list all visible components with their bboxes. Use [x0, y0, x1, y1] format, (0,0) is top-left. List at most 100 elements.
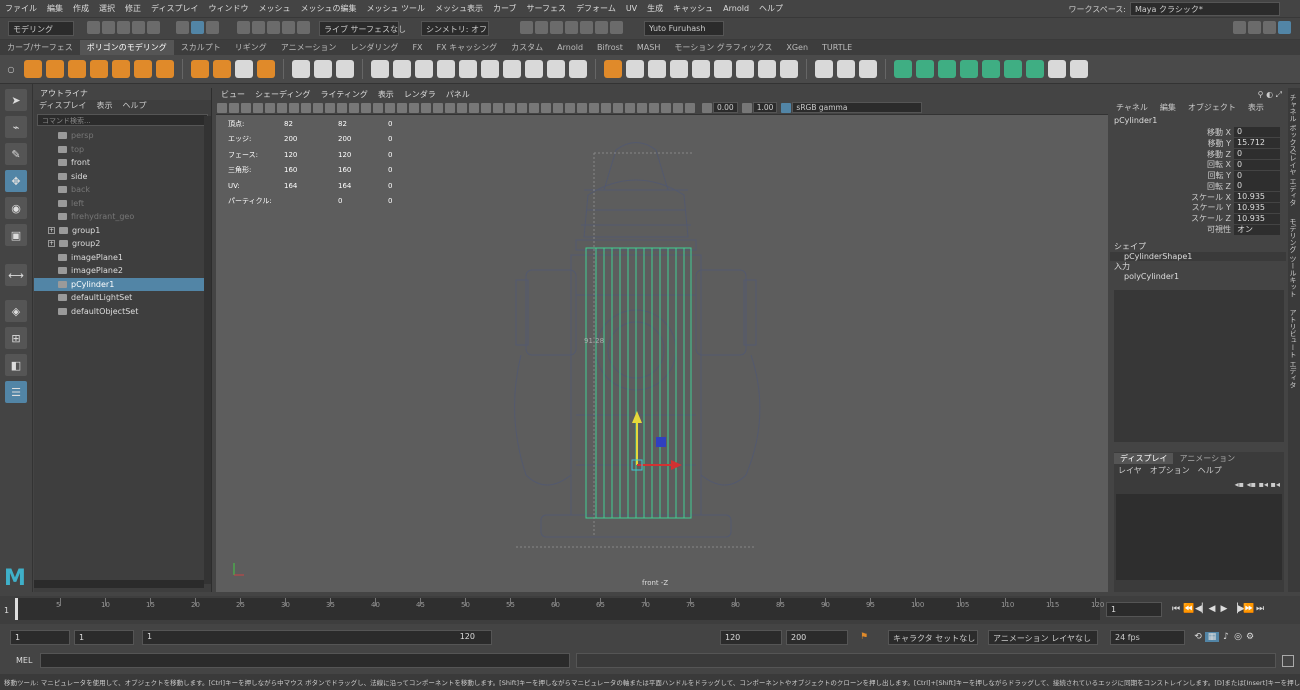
shelf-tool-icon[interactable] [648, 60, 666, 78]
viewport-tool-icon[interactable] [265, 102, 275, 113]
attr-value[interactable]: 10.935 [1234, 213, 1280, 224]
shelf-tool-icon[interactable] [815, 60, 833, 78]
layout-single-icon[interactable]: ◈ [5, 300, 27, 322]
shelf-tool-icon[interactable] [859, 60, 877, 78]
viewport-tool-icon[interactable] [625, 102, 635, 113]
expand-icon[interactable]: + [48, 240, 55, 248]
attr-value[interactable]: 10.935 [1234, 192, 1280, 203]
outliner-item-left[interactable]: left [34, 197, 211, 211]
shelf-tool-icon[interactable] [569, 60, 587, 78]
mode-dropdown[interactable]: モデリング [8, 21, 74, 36]
lights-icon[interactable] [595, 21, 608, 34]
viewport-tool-icon[interactable] [577, 102, 587, 113]
viewport-tool-icon[interactable] [505, 102, 515, 113]
script-editor-icon[interactable] [1282, 655, 1294, 667]
loop-icon[interactable]: ⟲ [1193, 632, 1203, 642]
channel-attr[interactable]: 回転 Z0 [1110, 181, 1286, 192]
workspace-selector[interactable]: ワークスペース: Maya クラシック* [1069, 2, 1280, 16]
channel-attr[interactable]: 移動 Y 15.712 [1110, 138, 1286, 149]
shelf-tool-icon[interactable] [393, 60, 411, 78]
rotate-tool-icon[interactable]: ◉ [5, 197, 27, 219]
sound-icon[interactable]: ♪ [1221, 632, 1231, 642]
play-forward-icon[interactable]: ▶ [1219, 604, 1229, 614]
lasso-tool-icon[interactable]: ⌁ [5, 116, 27, 138]
shelf-tool-icon[interactable] [24, 60, 42, 78]
fps-dropdown[interactable]: 24 fps [1110, 630, 1185, 645]
shape-name[interactable]: pCylinderShape1 [1110, 251, 1286, 261]
outliner-search[interactable]: コマンド検索... [37, 114, 208, 126]
outliner-item-front[interactable]: front [34, 156, 211, 170]
menu-item[interactable]: Arnold [718, 0, 754, 18]
viewport-tool-icon[interactable] [337, 102, 347, 113]
menu-item[interactable]: ウィンドウ [203, 0, 253, 18]
anim-prefs-icon[interactable]: ▦ [1205, 632, 1219, 642]
menu-item[interactable]: メッシュの編集 [295, 0, 361, 18]
outliner-item-side[interactable]: side [34, 170, 211, 184]
paint-select-icon[interactable]: ✎ [5, 143, 27, 165]
shelf-tool-icon[interactable] [938, 60, 956, 78]
shelf-tool-icon[interactable] [1026, 60, 1044, 78]
outliner-item-group2[interactable]: + group2 [34, 237, 211, 251]
viewport-tool-icon[interactable] [541, 102, 551, 113]
shelf-tool-icon[interactable] [235, 60, 253, 78]
menu-item[interactable]: カーブ [488, 0, 522, 18]
channel-box-menu[interactable]: オブジェクト [1182, 102, 1242, 113]
shelf-tool-icon[interactable] [459, 60, 477, 78]
attr-value[interactable]: 0 [1234, 127, 1280, 138]
shelf-tab[interactable]: MASH [630, 40, 667, 55]
shelf-tool-icon[interactable] [134, 60, 152, 78]
viewport-tool-icon[interactable] [565, 102, 575, 113]
viewport-tool-icon[interactable] [457, 102, 467, 113]
layout-four-icon[interactable]: ⊞ [5, 327, 27, 349]
shelf-tab[interactable]: モーション グラフィックス [667, 40, 779, 55]
viewport-menu[interactable]: 表示 [373, 88, 399, 101]
shelf-tool-icon[interactable] [736, 60, 754, 78]
move-tool-icon[interactable]: ✥ [5, 170, 27, 192]
viewport-tool-icon[interactable] [325, 102, 335, 113]
channel-attr[interactable]: 回転 Y0 [1110, 170, 1286, 181]
shelf-tab[interactable]: レンダリング [343, 40, 405, 55]
channel-attr[interactable]: 移動 Z0 [1110, 148, 1286, 160]
shelf-tool-icon[interactable] [982, 60, 1000, 78]
menu-item[interactable]: ヘルプ [754, 0, 788, 18]
shelf-tool-icon[interactable] [156, 60, 174, 78]
go-end-icon[interactable]: ⏭ [1255, 604, 1265, 614]
channel-box-menu[interactable]: チャネル [1110, 102, 1154, 113]
viewport-tool-icon[interactable] [433, 102, 443, 113]
shelf-tab[interactable]: Bifrost [590, 40, 630, 55]
selected-cylinder[interactable] [585, 247, 692, 519]
tool-settings-icon[interactable] [1263, 21, 1276, 34]
channel-attr[interactable]: 回転 X0 [1110, 159, 1286, 170]
menu-item[interactable]: メッシュ ツール [361, 0, 430, 18]
shelf-tool-icon[interactable] [1004, 60, 1022, 78]
attr-value[interactable]: 0 [1234, 148, 1280, 159]
viewport-tool-icon[interactable] [685, 102, 695, 113]
viewport-tool-icon[interactable] [529, 102, 539, 113]
shelf-tool-icon[interactable] [481, 60, 499, 78]
shelf-tool-icon[interactable] [670, 60, 688, 78]
end-time-field[interactable]: 200 [786, 630, 848, 645]
colorspace-dropdown[interactable]: sRGB gamma [792, 102, 923, 113]
shelf-tool-icon[interactable] [714, 60, 732, 78]
range-bar[interactable]: 1 120 [142, 630, 492, 645]
side-tab[interactable]: モデリング ツールキット [1288, 212, 1298, 303]
layer-tab[interactable]: アニメーション [1173, 453, 1241, 464]
menu-item[interactable]: ディスプレイ [146, 0, 203, 18]
step-back-key-icon[interactable]: ⏪ [1183, 604, 1194, 614]
near-clip-field[interactable]: 0.00 [713, 102, 738, 113]
shelf-tool-icon[interactable] [292, 60, 310, 78]
layer-menu[interactable]: ヘルプ [1194, 465, 1226, 476]
channel-attr[interactable]: 移動 X0 [1110, 127, 1286, 138]
side-tab[interactable]: チャネル ボックス/レイヤ エディタ [1288, 88, 1298, 212]
viewport-menu[interactable]: ライティング [315, 88, 372, 101]
shelf-tab[interactable]: TURTLE [815, 40, 859, 55]
time-ruler[interactable]: 5 10 15 20 25 30 35 40 45 50 55 60 65 70 75 80 85 90 95 100… [15, 598, 1104, 620]
shelf-tool-icon[interactable] [916, 60, 934, 78]
cache-icon[interactable]: ◎ [1233, 632, 1243, 642]
step-forward-key-icon[interactable]: ⏩ [1243, 604, 1254, 614]
menu-item[interactable]: メッシュ [253, 0, 295, 18]
render-settings-icon[interactable] [550, 21, 563, 34]
viewport-menu[interactable]: レンダラ [399, 88, 441, 101]
outliner-item-imagePlane1[interactable]: imagePlane1 [34, 251, 211, 265]
viewport-tool-icon[interactable] [373, 102, 383, 113]
